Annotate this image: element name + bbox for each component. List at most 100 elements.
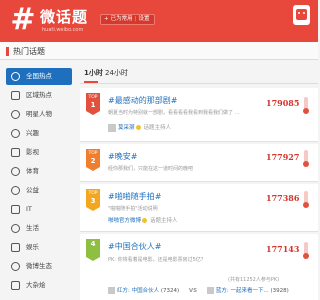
heart-icon <box>11 129 20 138</box>
avatar-face-icon <box>296 9 307 20</box>
red-side-count: (7324) <box>160 288 180 294</box>
topic-host: 啪啪官方微博 话题主持人 <box>108 216 178 224</box>
sidebar-item-label: 影视 <box>26 148 39 156</box>
header: # 微话题 huati.weibo.com + 已为常用 | 设置 <box>0 0 318 42</box>
time-tabs: 1小时 24小时 <box>80 64 318 84</box>
sidebar-item-label: 生活 <box>26 224 39 232</box>
sidebar-item-label: 微博生态 <box>26 262 52 270</box>
title-marker <box>6 47 9 56</box>
sidebar-item-sports[interactable]: 体育 <box>6 163 72 180</box>
life-icon <box>11 224 20 233</box>
location-icon <box>11 72 20 81</box>
rank-badge: TOP 3 <box>86 189 100 211</box>
favorite-separator: | <box>134 16 137 22</box>
sidebar-item-celebrity[interactable]: 明星人物 <box>6 106 72 123</box>
sidebar-item-national[interactable]: 全国热点 <box>6 68 72 85</box>
favorite-setting-link[interactable]: 设置 <box>138 16 149 22</box>
sidebar-item-charity[interactable]: 公益 <box>6 182 72 199</box>
sidebar: 全国热点 区域热点 明星人物 兴趣 影视 体育 公益 IT 生活 娱乐 微博生态 <box>0 60 76 300</box>
logo-text[interactable]: 微话题 <box>40 6 88 27</box>
sidebar-item-misc[interactable]: 大杂烩 <box>6 277 72 294</box>
logo-url: huati.weibo.com <box>42 27 84 33</box>
topic-title[interactable]: #晚安# <box>108 151 137 162</box>
hash-logo-icon[interactable]: # <box>6 3 40 37</box>
topic-card[interactable]: TOP 2 #晚安# 经你那我们，只能在这一道时间的晚吧 177927 <box>80 144 318 182</box>
host-avatar[interactable] <box>108 123 116 132</box>
vs-label: VS <box>188 288 198 294</box>
favorite-label: 已为常用 <box>110 16 133 22</box>
tv-icon <box>11 148 20 157</box>
sidebar-item-label: 兴趣 <box>26 129 39 137</box>
title-bar: 热门话题 <box>0 42 318 60</box>
tab-24-hours[interactable]: 24小时 <box>105 68 128 78</box>
user-avatar[interactable] <box>293 5 310 25</box>
rank-badge: TOP 2 <box>86 149 100 171</box>
heat-thermometer-icon <box>303 150 309 167</box>
heat-thermometer-icon <box>303 191 309 208</box>
sidebar-item-weibo-ecosystem[interactable]: 微博生态 <box>6 258 72 275</box>
topic-title[interactable]: #最感动的那部剧# <box>108 95 177 106</box>
rank-number: 4 <box>90 240 96 248</box>
badge-label: TOP <box>88 191 98 196</box>
host-name[interactable]: 啪啪官方微博 <box>108 218 141 224</box>
tab-1-hour[interactable]: 1小时 <box>84 68 103 78</box>
sidebar-item-label: 大杂烩 <box>26 281 46 289</box>
red-side-avatar <box>108 287 115 294</box>
sidebar-item-label: 区域热点 <box>26 91 52 99</box>
plus-icon: + <box>104 16 109 22</box>
topic-description: "啪啪随手拍"活动说明 <box>108 206 158 212</box>
pk-participants: (共有11252人参与PK) <box>228 277 280 283</box>
sidebar-item-label: 全国热点 <box>26 72 52 80</box>
person-icon <box>11 110 20 119</box>
topic-title[interactable]: #中国合伙人# <box>108 241 161 252</box>
rank-number: 1 <box>90 101 96 109</box>
verified-icon <box>142 218 148 223</box>
favorite-button[interactable]: + 已为常用 | 设置 <box>100 14 155 25</box>
verified-icon <box>135 125 141 130</box>
rank-badge: TOP 1 <box>86 93 100 115</box>
charity-icon <box>11 186 20 195</box>
blue-side-name[interactable]: 蓝方: 一起来看一下... <box>216 288 269 294</box>
sidebar-item-interest[interactable]: 兴趣 <box>6 125 72 142</box>
sidebar-item-label: 娱乐 <box>26 243 39 251</box>
sidebar-item-label: 体育 <box>26 167 39 175</box>
rank-badge: 4 <box>86 239 100 261</box>
topic-card[interactable]: TOP 3 #啪啪随手拍# "啪啪随手拍"活动说明 啪啪官方微博 话题主持人 177… <box>80 184 318 232</box>
sidebar-item-label: 公益 <box>26 186 39 194</box>
topic-count: 177143 <box>266 244 300 254</box>
host-role: 话题主持人 <box>143 125 172 131</box>
sidebar-item-regional[interactable]: 区域热点 <box>6 87 72 104</box>
topic-title[interactable]: #啪啪随手拍# <box>108 191 161 202</box>
red-side-name[interactable]: 红方: 中国合伙人 <box>117 288 159 294</box>
sidebar-item-life[interactable]: 生活 <box>6 220 72 237</box>
topic-card[interactable]: TOP 1 #最感动的那部剧# 朝夏当时为特别就一部剧，看看看看我看到我看我们做了… <box>80 88 318 142</box>
heat-thermometer-icon <box>303 97 309 114</box>
weibo-icon <box>11 262 20 271</box>
map-icon <box>11 91 20 100</box>
topic-count: 177386 <box>266 193 300 203</box>
topic-description: PK: 你将看着是电影，还是电影票房过5亿？ <box>108 257 206 263</box>
pk-row: 红方: 中国合伙人 (7324) VS 蓝方: 一起来看一下... (3928) <box>108 286 289 294</box>
monitor-icon <box>11 205 20 214</box>
rank-number: 2 <box>90 157 96 165</box>
blue-side-avatar <box>206 287 214 294</box>
topic-host: 莫采灏 话题主持人 <box>108 123 171 132</box>
sidebar-item-film[interactable]: 影视 <box>6 144 72 161</box>
host-name[interactable]: 莫采灏 <box>118 125 135 131</box>
rank-number: 3 <box>90 197 96 205</box>
ball-icon <box>11 167 20 176</box>
sidebar-item-it[interactable]: IT <box>6 201 72 218</box>
grid-icon <box>11 281 20 290</box>
page-title: 热门话题 <box>13 47 45 56</box>
sidebar-item-entertainment[interactable]: 娱乐 <box>6 239 72 256</box>
music-icon <box>11 243 20 252</box>
sidebar-item-label: 明星人物 <box>26 110 52 118</box>
active-tab-indicator <box>84 81 98 83</box>
topic-count: 177927 <box>266 152 300 162</box>
topic-count: 179085 <box>266 98 300 108</box>
badge-label: TOP <box>88 151 98 156</box>
heat-thermometer-icon <box>303 242 309 259</box>
topic-card[interactable]: 4 #中国合伙人# PK: 你将看着是电影，还是电影票房过5亿？ (共有1125… <box>80 234 318 300</box>
topic-description: 经你那我们，只能在这一道时间的晚吧 <box>108 166 194 172</box>
blue-side-count: (3928) <box>270 288 289 294</box>
